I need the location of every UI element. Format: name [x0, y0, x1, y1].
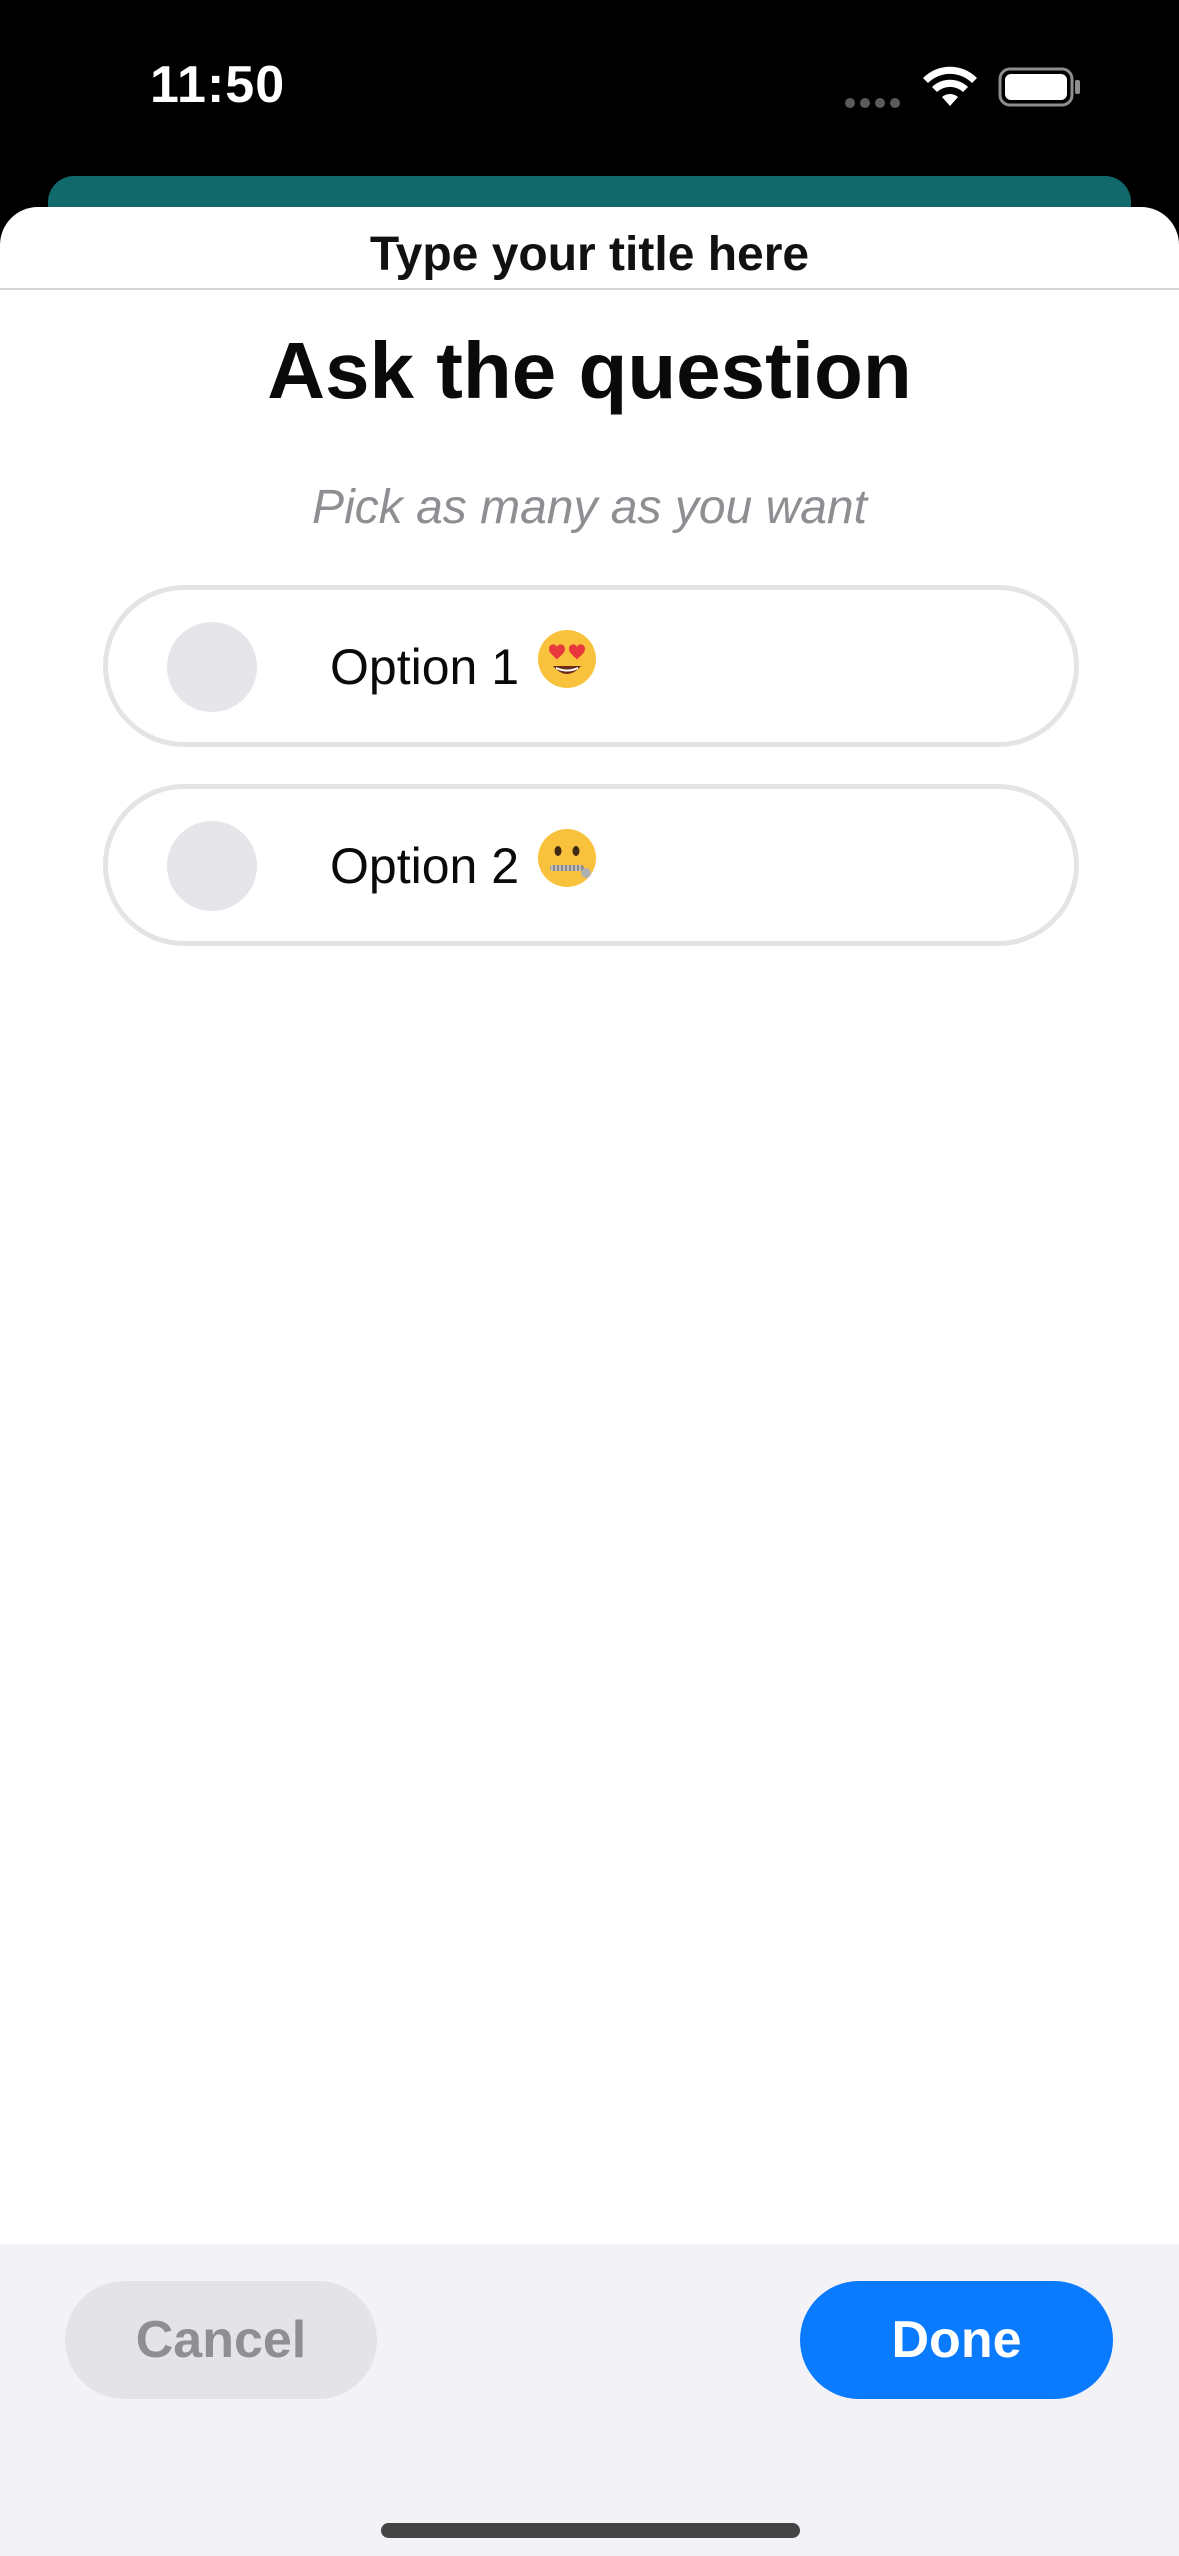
cellular-signal-icon	[845, 95, 905, 108]
battery-icon	[998, 67, 1080, 107]
question-heading[interactable]: Ask the question	[0, 325, 1179, 417]
action-bar: Cancel Done	[0, 2244, 1179, 2556]
checkbox-circle[interactable]	[167, 622, 257, 712]
status-time: 11:50	[150, 56, 286, 114]
home-indicator[interactable]	[381, 2523, 800, 2538]
option-item[interactable]: Option 2	[103, 784, 1079, 946]
checkbox-circle[interactable]	[167, 821, 257, 911]
poll-title[interactable]: Type your title here	[0, 227, 1179, 282]
option-label: Option 2	[330, 838, 520, 894]
done-button[interactable]: Done	[800, 2281, 1113, 2399]
selection-hint: Pick as many as you want	[312, 481, 867, 534]
zipper-mouth-emoji-icon	[538, 829, 596, 887]
divider	[0, 288, 1179, 290]
cancel-button[interactable]: Cancel	[65, 2281, 377, 2399]
option-item[interactable]: Option 1	[103, 585, 1079, 747]
option-label: Option 1	[330, 639, 520, 695]
heart-eyes-emoji-icon	[538, 630, 596, 688]
poll-sheet: Type your title here Ask the question Pi…	[0, 207, 1179, 2556]
status-bar: 11:50	[0, 0, 1179, 175]
wifi-icon	[923, 66, 977, 106]
